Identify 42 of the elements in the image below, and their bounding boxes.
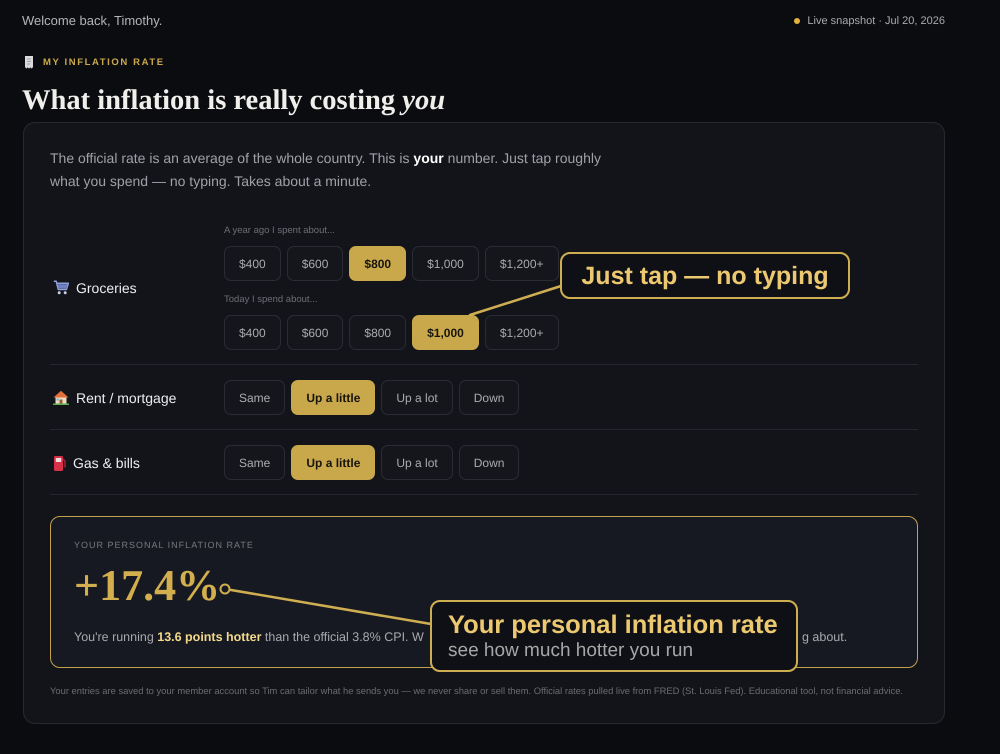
result-heading: YOUR PERSONAL INFLATION RATE [74, 540, 255, 551]
intro-text: The official rate is an average of the whole country. This is your number. Just tap roughly what you spend — no typing. Takes about a minute. [50, 149, 602, 191]
marker-ring-icon [219, 583, 231, 595]
category-label: Groceries [76, 280, 137, 296]
comparison-text: g about. [802, 629, 848, 646]
inflation-rate-value: +17.4% [74, 562, 220, 610]
shopping-cart-icon [53, 280, 69, 295]
choice-button[interactable]: $800 [349, 315, 406, 350]
callout-title: Your personal inflation rate [448, 610, 778, 640]
section-eyebrow: MY INFLATION RATE [43, 58, 165, 68]
choice-button[interactable]: $800 [349, 246, 406, 281]
page-title: What inflation is really costing you [22, 85, 446, 116]
house-icon [53, 390, 69, 405]
gas-pump-icon [53, 454, 66, 470]
choice-button[interactable]: $400 [224, 315, 281, 350]
live-status-dot-icon [794, 18, 800, 24]
choice-button[interactable]: $400 [224, 246, 281, 281]
choice-button[interactable]: $1,200+ [484, 246, 559, 281]
choice-button[interactable]: Same [224, 380, 286, 415]
disclaimer-text: Your entries are saved to your member account so Tim can tailor what he sends you — we never share or sell them. Official rates pulled live from FRED (St. Louis Fed). Educational tool, not financial advice. [50, 685, 904, 697]
snapshot-date-text: Live snapshot · Jul 20, 2026 [807, 14, 945, 26]
category-label: Rent / mortgage [76, 390, 176, 406]
callout-subtitle: see how much hotter you run [448, 640, 694, 662]
welcome-text: Welcome back, Timothy. [22, 13, 162, 28]
choice-button[interactable]: Down [458, 380, 520, 415]
choice-button[interactable]: $1,000 [412, 246, 479, 281]
callout-title: Just tap — no typing [581, 260, 829, 290]
comparison-text: You're running 13.6 points hotter than the official 3.8% CPI. W [74, 629, 424, 646]
choice-button[interactable]: Up a lot [381, 445, 453, 480]
choice-button[interactable]: Up a little [291, 380, 376, 415]
choice-button[interactable]: $1,000 [412, 315, 479, 350]
choice-button[interactable]: $600 [286, 315, 344, 350]
receipt-icon [24, 56, 34, 69]
choice-button[interactable]: Up a little [291, 445, 376, 480]
category-label: Gas & bills [73, 454, 140, 470]
choice-button[interactable]: Down [458, 445, 520, 480]
question-prompt: A year ago I spent about... [224, 225, 336, 237]
choice-button[interactable]: Same [224, 445, 286, 480]
choice-button[interactable]: Up a lot [381, 380, 453, 415]
question-prompt: Today I spend about... [224, 294, 318, 306]
choice-button[interactable]: $600 [286, 246, 344, 281]
choice-button[interactable]: $1,200+ [484, 315, 559, 350]
